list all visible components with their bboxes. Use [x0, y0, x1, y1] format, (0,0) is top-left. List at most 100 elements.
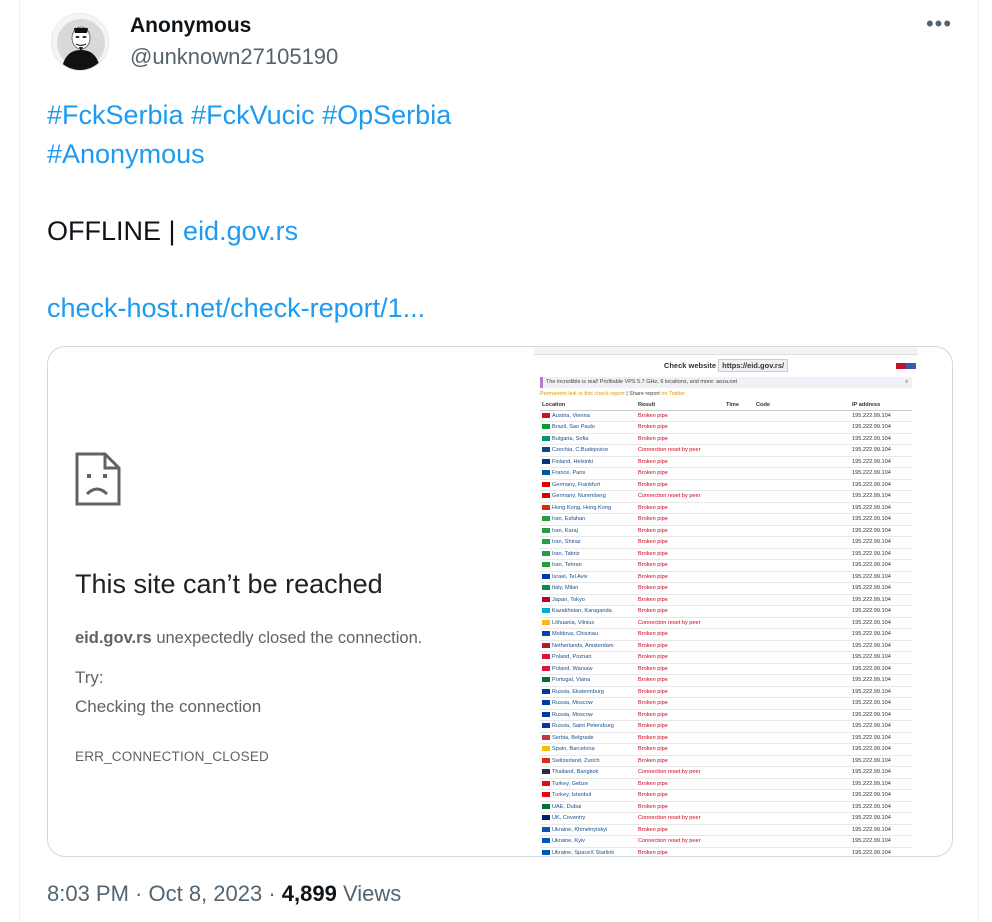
avatar[interactable] [51, 13, 109, 71]
location-cell: Brazil, Sao Paulo [540, 421, 636, 434]
location-text: Poland, Warsaw [552, 665, 593, 672]
column-header: Location [540, 401, 636, 411]
location-text: Iran, Shiraz [552, 539, 581, 546]
code-cell [754, 674, 850, 687]
country-flag-icon [542, 723, 550, 729]
hashtag-link[interactable]: #OpSerbia [322, 100, 451, 130]
report-heading: Check website https://eid.gov.rs/ [534, 357, 918, 375]
location-text: Germany, Nuremberg [552, 493, 606, 500]
table-row: Austria, Vienna Broken pipe 195.222.99.104 [540, 410, 912, 422]
location-cell: Italy, Milan [540, 582, 636, 595]
more-options-icon[interactable]: ••• [924, 13, 954, 38]
location-text: Finland, Helsinki [552, 458, 594, 465]
ip-cell: 195.222.99.104 [850, 479, 912, 491]
ip-cell: 195.222.99.104 [850, 801, 912, 813]
result-cell: Broken pipe [636, 479, 724, 491]
location-text: Moldova, Chisinau [552, 631, 599, 638]
location-cell: Ukraine, Khmelnytskyi [540, 824, 636, 836]
status-link[interactable]: eid.gov.rs [183, 216, 298, 246]
code-cell [754, 628, 850, 641]
time-cell [724, 410, 754, 422]
ip-cell: 195.222.99.104 [850, 720, 912, 733]
code-cell [754, 594, 850, 606]
code-cell [754, 651, 850, 664]
table-row: Switzerland, Zurich Broken pipe 195.222.99… [540, 755, 912, 767]
hashtag-link[interactable]: #FckSerbia [47, 100, 184, 130]
views-label: Views [342, 881, 402, 906]
location-text: Iran, Karaj [552, 527, 578, 534]
table-row: Kazakhstan, Karaganda Broken pipe 195.222.… [540, 605, 912, 618]
sad-page-icon [75, 452, 121, 506]
ip-cell: 195.222.99.104 [850, 571, 912, 583]
location-cell: Portugal, Viana [540, 674, 636, 687]
code-cell [754, 755, 850, 767]
location-cell: Turkey, Gebze [540, 778, 636, 790]
code-cell [754, 467, 850, 480]
location-cell: Iran, Esfahan [540, 513, 636, 526]
time-cell [724, 766, 754, 779]
code-cell [754, 571, 850, 583]
time-cell [724, 755, 754, 767]
code-cell [754, 502, 850, 514]
column-header: Time [724, 401, 754, 411]
hashtag-link[interactable]: #FckVucic [191, 100, 315, 130]
country-flag-icon [542, 780, 550, 786]
status-line: OFFLINE | eid.gov.rs [47, 212, 927, 251]
ip-cell: 195.222.99.104 [850, 766, 912, 779]
report-url: https://eid.gov.rs/ [718, 359, 789, 372]
result-cell: Connection reset by peer [636, 444, 724, 457]
code-cell [754, 444, 850, 457]
location-text: Austria, Vienna [552, 412, 590, 419]
time-cell [724, 640, 754, 652]
code-cell [754, 536, 850, 549]
country-flag-icon [542, 746, 550, 752]
table-row: Germany, Frankfurt Broken pipe 195.222.99.… [540, 479, 912, 491]
ip-cell: 195.222.99.104 [850, 847, 912, 856]
country-flag-icon [542, 596, 550, 602]
hashtag-line: #FckSerbia #FckVucic #OpSerbia [47, 96, 927, 135]
location-cell: Ukraine, SpaceX Starlink [540, 847, 636, 856]
location-text: Italy, Milan [552, 585, 579, 592]
location-text: Kazakhstan, Karaganda [552, 608, 612, 615]
views-count: 4,899 [281, 881, 337, 906]
country-flag-icon [542, 424, 550, 430]
hashtag-link[interactable]: #Anonymous [47, 139, 205, 169]
result-cell: Broken pipe [636, 525, 724, 537]
author-name[interactable]: Anonymous [130, 14, 251, 38]
code-cell [754, 640, 850, 652]
time-cell [724, 479, 754, 491]
result-cell: Broken pipe [636, 594, 724, 606]
code-cell [754, 582, 850, 595]
result-cell: Connection reset by peer [636, 766, 724, 779]
report-heading-label: Check website [663, 361, 717, 370]
code-cell [754, 743, 850, 756]
anonymous-mask-icon [52, 14, 108, 70]
country-flag-icon [542, 654, 550, 660]
author-handle[interactable]: @unknown27105190 [130, 44, 338, 70]
time-cell [724, 674, 754, 687]
error-domain: eid.gov.rs [75, 629, 152, 647]
report-link[interactable]: check-host.net/check-report/1... [47, 293, 425, 323]
tweet-card: Anonymous @unknown27105190 ••• #FckSerbi… [19, 0, 979, 922]
media-image[interactable]: This site can’t be reached eid.gov.rs un… [47, 346, 953, 857]
ip-cell: 195.222.99.104 [850, 732, 912, 744]
code-cell [754, 663, 850, 675]
result-cell: Broken pipe [636, 732, 724, 744]
code-cell [754, 490, 850, 503]
result-cell: Broken pipe [636, 651, 724, 664]
location-text: France, Paris [552, 470, 586, 477]
country-flag-icon [542, 481, 550, 487]
location-text: Spain, Barcelona [552, 746, 595, 753]
location-cell: Thailand, Bangkok [540, 766, 636, 779]
location-text: Japan, Tokyo [552, 596, 585, 603]
result-cell: Broken pipe [636, 743, 724, 756]
error-suggestion: Checking the connection [75, 697, 262, 716]
location-cell: France, Paris [540, 467, 636, 480]
table-row: Israel, Tel Aviv Broken pipe 195.222.99.10… [540, 571, 912, 583]
location-text: Thailand, Bangkok [552, 769, 599, 776]
ip-cell: 195.222.99.104 [850, 686, 912, 698]
timestamp-text[interactable]: 8:03 PM · Oct 8, 2023 · [47, 881, 276, 906]
ip-cell: 195.222.99.104 [850, 559, 912, 572]
location-cell: Iran, Shiraz [540, 536, 636, 549]
country-flag-icon [542, 527, 550, 533]
